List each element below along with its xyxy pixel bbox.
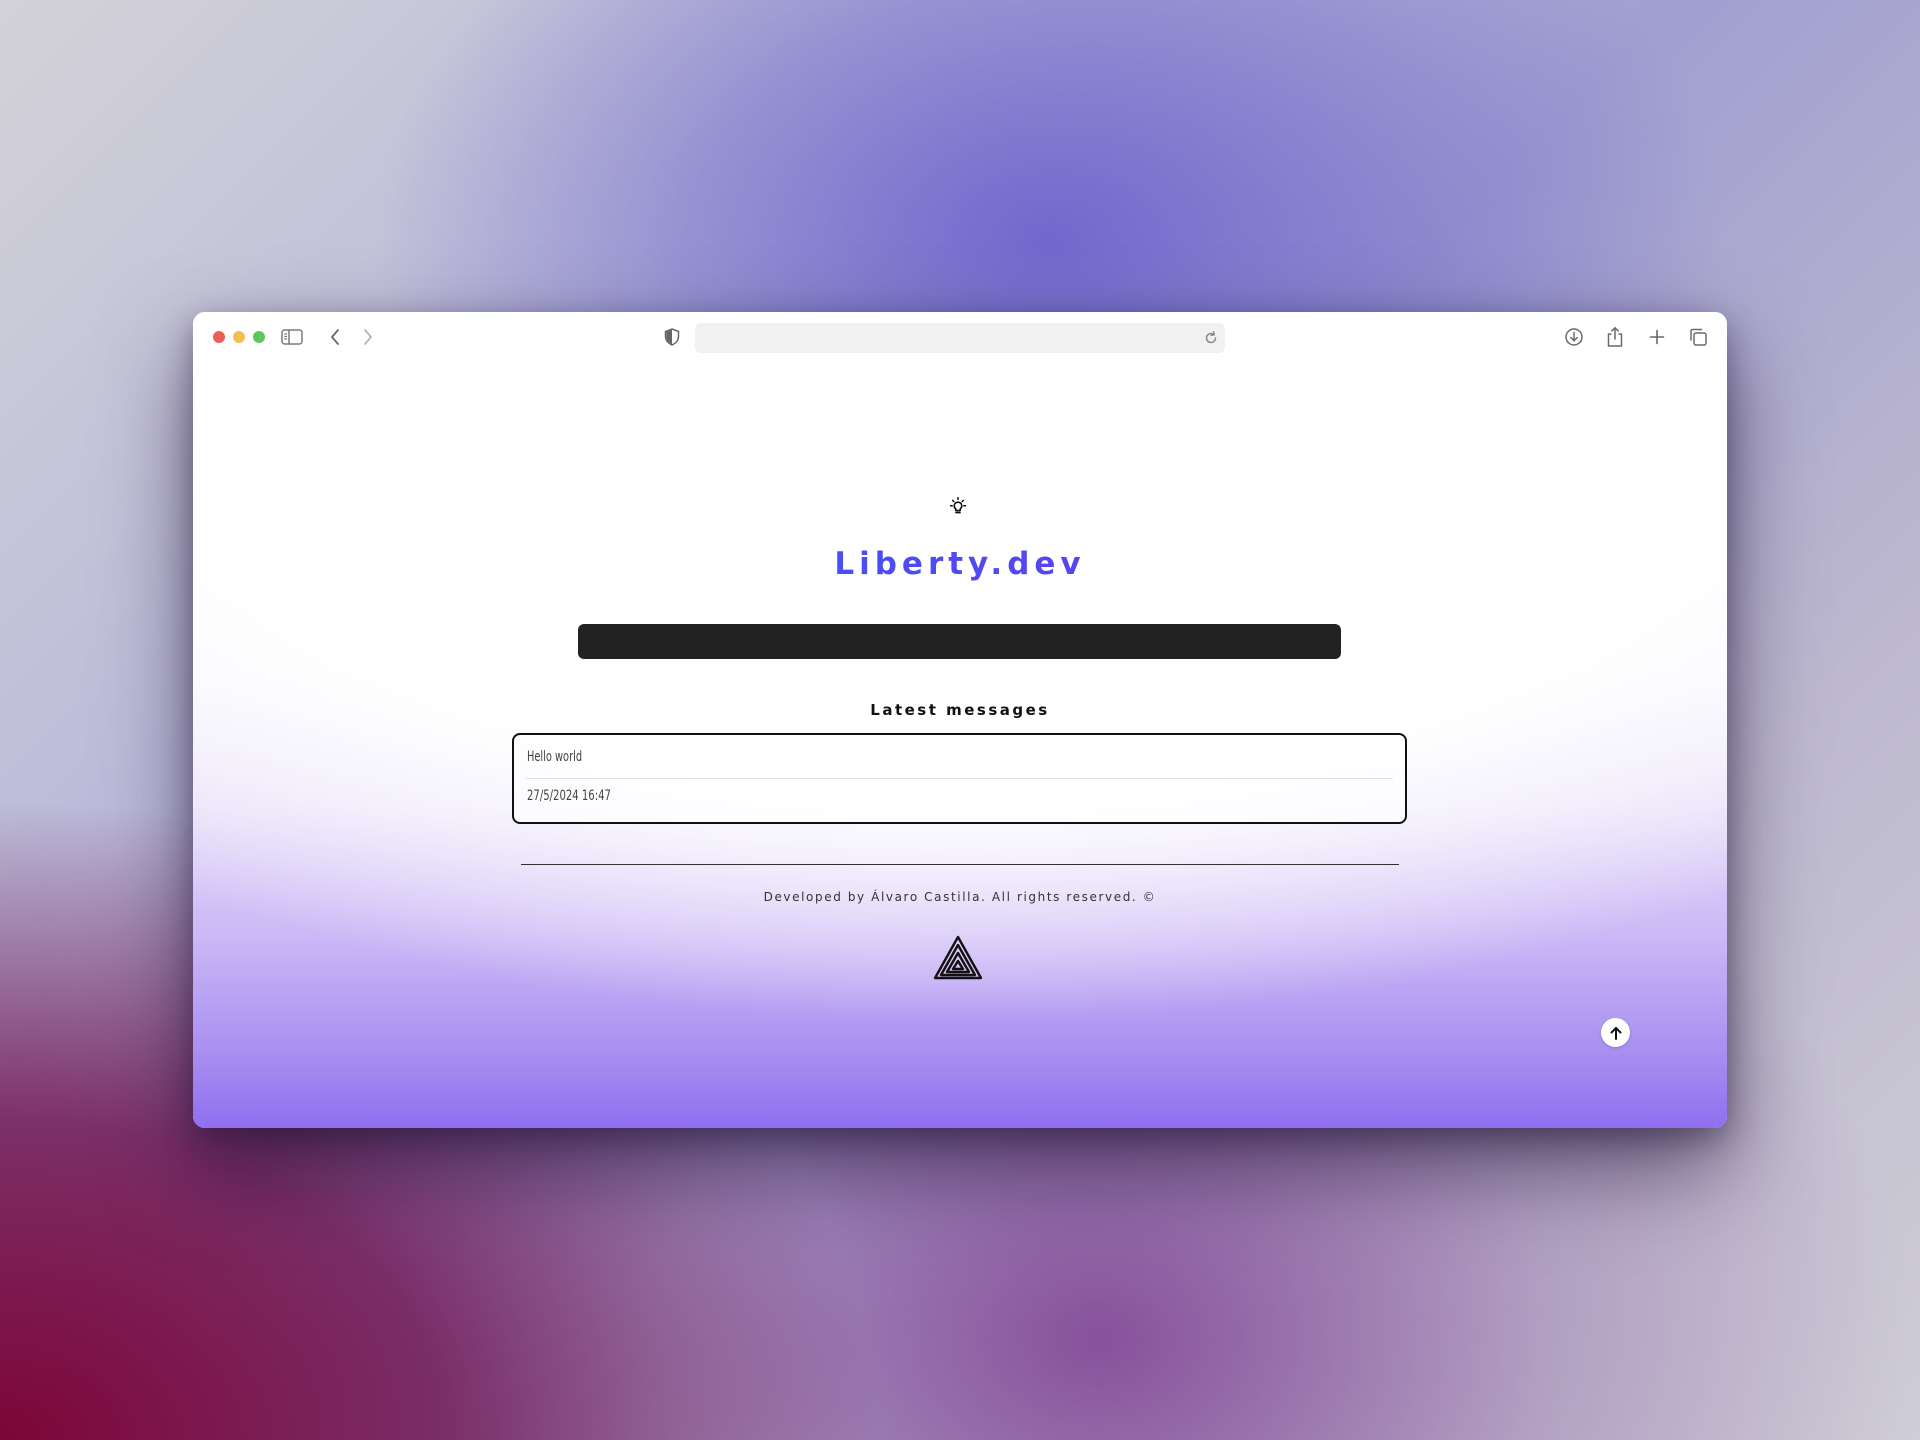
- arrow-up-icon[interactable]: [1601, 1018, 1630, 1047]
- latest-messages-heading: Latest messages: [870, 701, 1050, 719]
- share-icon[interactable]: [1603, 325, 1627, 349]
- minimize-window-button[interactable]: [233, 331, 245, 343]
- lightbulb-icon[interactable]: [946, 495, 970, 519]
- zoom-window-button[interactable]: [253, 331, 265, 343]
- plus-icon[interactable]: [1645, 325, 1669, 349]
- close-window-button[interactable]: [213, 331, 225, 343]
- chevron-left-icon[interactable]: [323, 325, 347, 349]
- message-date: 27/5/2024 16:47: [527, 788, 611, 804]
- footer-credit: Developed by Álvaro Castilla. All rights…: [763, 890, 1157, 904]
- message-card: Hello world 27/5/2024 16:47: [512, 733, 1407, 824]
- download-icon[interactable]: [1562, 325, 1586, 349]
- message-divider: [526, 778, 1393, 779]
- address-bar[interactable]: [695, 323, 1225, 353]
- site-title: Liberty.dev: [193, 546, 1727, 582]
- shield-icon[interactable]: [660, 325, 684, 349]
- penrose-triangle-logo[interactable]: [933, 935, 983, 981]
- footer-divider: [521, 864, 1399, 865]
- message-text: Hello world: [527, 749, 583, 765]
- message-input[interactable]: [578, 624, 1341, 659]
- tabs-overview-icon[interactable]: [1686, 325, 1710, 349]
- browser-toolbar: [193, 312, 1727, 362]
- sidebar-icon[interactable]: [280, 325, 304, 349]
- browser-window: Liberty.dev Latest messages Hello world …: [193, 312, 1727, 1128]
- chevron-right-icon[interactable]: [356, 325, 380, 349]
- web-page: Liberty.dev Latest messages Hello world …: [193, 362, 1727, 1128]
- reload-icon[interactable]: [1203, 330, 1219, 346]
